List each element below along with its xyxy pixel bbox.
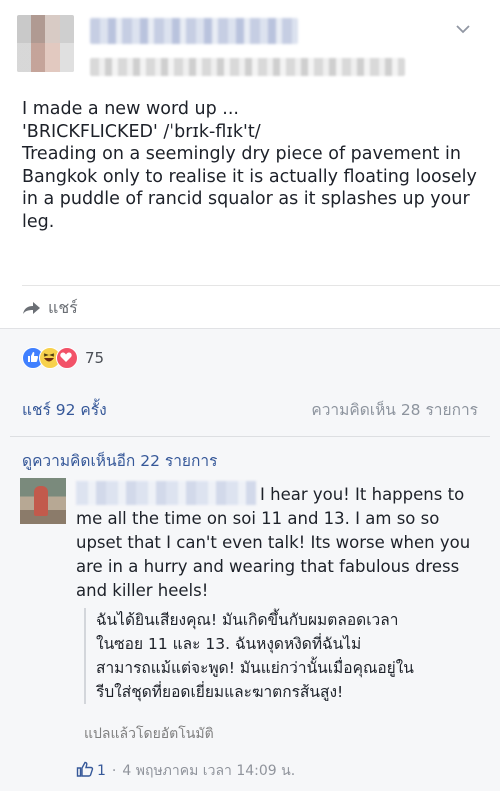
divider bbox=[22, 285, 500, 286]
reactions-summary[interactable]: 75 bbox=[22, 347, 104, 369]
thumbs-up-icon[interactable] bbox=[76, 761, 94, 781]
comment-text-lead: I hear you! It happens bbox=[260, 485, 443, 504]
divider bbox=[10, 436, 490, 437]
commenter-avatar[interactable] bbox=[20, 478, 66, 524]
chevron-down-icon[interactable] bbox=[455, 23, 471, 35]
comment-footer: 1 · 4 พฤษภาคม เวลา 14:09 น. bbox=[76, 761, 295, 781]
auto-translated-label[interactable]: แปลแล้วโดยอัตโนมัติ bbox=[84, 723, 214, 745]
post-header bbox=[0, 0, 500, 90]
share-arrow-icon bbox=[23, 302, 40, 314]
post-text: I made a new word up ... 'BRICKFLICKED' … bbox=[22, 99, 477, 232]
love-icon bbox=[56, 347, 78, 369]
shares-count-link[interactable]: แชร์ 92 ครั้ง bbox=[22, 397, 107, 422]
stats-row: แชร์ 92 ครั้ง ความคิดเห็น 28 รายการ bbox=[22, 397, 478, 422]
author-name-redacted[interactable] bbox=[90, 18, 298, 44]
comment-translation: ฉันได้ยินเสียงคุณ! มันเกิดขึ้นกับผมตลอดเ… bbox=[84, 608, 496, 704]
reaction-count: 75 bbox=[85, 349, 105, 367]
comment-text: I hear you! It happens to me all the tim… bbox=[76, 483, 481, 603]
view-more-comments-link[interactable]: ดูความคิดเห็นอีก 22 รายการ bbox=[22, 448, 217, 473]
share-button[interactable]: แชร์ bbox=[22, 296, 78, 320]
post-meta-redacted bbox=[90, 58, 405, 76]
comments-count-link[interactable]: ความคิดเห็น 28 รายการ bbox=[311, 397, 478, 422]
separator-dot: · bbox=[111, 763, 117, 779]
share-label: แชร์ bbox=[48, 297, 78, 317]
comment-timestamp[interactable]: 4 พฤษภาคม เวลา 14:09 น. bbox=[122, 760, 295, 782]
comment-like-count[interactable]: 1 bbox=[97, 763, 106, 779]
author-avatar[interactable] bbox=[17, 15, 74, 72]
